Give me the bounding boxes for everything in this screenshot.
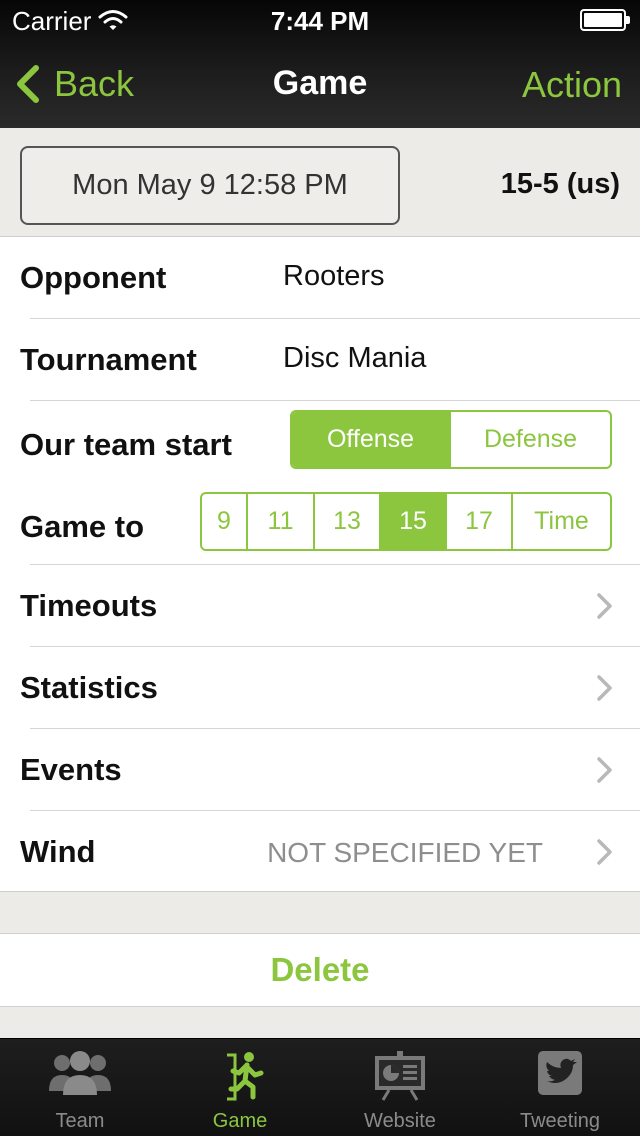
tab-tweeting[interactable]: Tweeting [480, 1039, 640, 1136]
segment-offense[interactable]: Offense [292, 412, 451, 467]
segment-17[interactable]: 17 [447, 494, 513, 549]
game-to-segmented-control[interactable]: 9 11 13 15 17 Time [200, 492, 612, 551]
twitter-bird-icon [538, 1051, 582, 1095]
wind-row[interactable]: Wind NOT SPECIFIED YET [0, 811, 640, 893]
segment-15[interactable]: 15 [381, 494, 447, 549]
chevron-right-icon [597, 757, 612, 783]
game-details-table: Opponent Rooters Tournament Disc Mania O… [0, 237, 640, 892]
opponent-value[interactable]: Rooters [283, 237, 385, 317]
game-to-label: Game to [20, 509, 145, 544]
nav-bar: Back Game Action [0, 40, 640, 128]
chevron-right-icon [597, 839, 612, 865]
team-start-segmented-control[interactable]: Offense Defense [290, 410, 612, 469]
segment-13[interactable]: 13 [315, 494, 381, 549]
statistics-label: Statistics [20, 670, 158, 705]
game-date-button[interactable]: Mon May 9 12:58 PM [20, 146, 400, 225]
tab-team[interactable]: Team [0, 1039, 160, 1136]
wind-detail: NOT SPECIFIED YET [267, 837, 543, 868]
events-row[interactable]: Events [0, 729, 640, 811]
delete-button[interactable]: Delete [0, 933, 640, 1007]
statistics-row[interactable]: Statistics [0, 647, 640, 729]
tournament-value[interactable]: Disc Mania [283, 319, 426, 399]
chevron-right-icon [597, 593, 612, 619]
tournament-row[interactable]: Tournament Disc Mania [0, 319, 640, 401]
wind-label: Wind [20, 834, 96, 869]
tournament-label: Tournament [20, 342, 197, 377]
segment-time[interactable]: Time [513, 494, 610, 549]
date-score-row: Mon May 9 12:58 PM 15-5 (us) [0, 128, 640, 237]
tab-game-label: Game [212, 1110, 268, 1132]
events-label: Events [20, 752, 122, 787]
timeouts-label: Timeouts [20, 588, 158, 623]
opponent-row[interactable]: Opponent Rooters [0, 237, 640, 319]
opponent-label: Opponent [20, 260, 167, 295]
header: Carrier 7:44 PM Back Game Action [0, 0, 640, 128]
segment-9[interactable]: 9 [202, 494, 248, 549]
team-icon [49, 1051, 111, 1095]
game-score: 15-5 (us) [500, 168, 620, 200]
tab-bar: Team Game Website Tweeting [0, 1038, 640, 1136]
tab-team-label: Team [55, 1110, 105, 1132]
presentation-board-icon [375, 1051, 425, 1101]
chevron-right-icon [597, 675, 612, 701]
status-time: 7:44 PM [270, 6, 370, 36]
team-start-label: Our team start [20, 427, 232, 462]
tab-website-label: Website [364, 1110, 436, 1132]
status-bar: Carrier 7:44 PM [0, 0, 640, 40]
timeouts-row[interactable]: Timeouts [0, 565, 640, 647]
tab-website[interactable]: Website [320, 1039, 480, 1136]
segment-11[interactable]: 11 [248, 494, 315, 549]
running-man-icon [227, 1052, 264, 1101]
tab-game[interactable]: Game [160, 1039, 320, 1136]
tab-tweeting-label: Tweeting [519, 1110, 601, 1132]
battery-icon [580, 9, 630, 31]
segment-defense[interactable]: Defense [451, 412, 610, 467]
action-button[interactable]: Action [522, 64, 622, 106]
